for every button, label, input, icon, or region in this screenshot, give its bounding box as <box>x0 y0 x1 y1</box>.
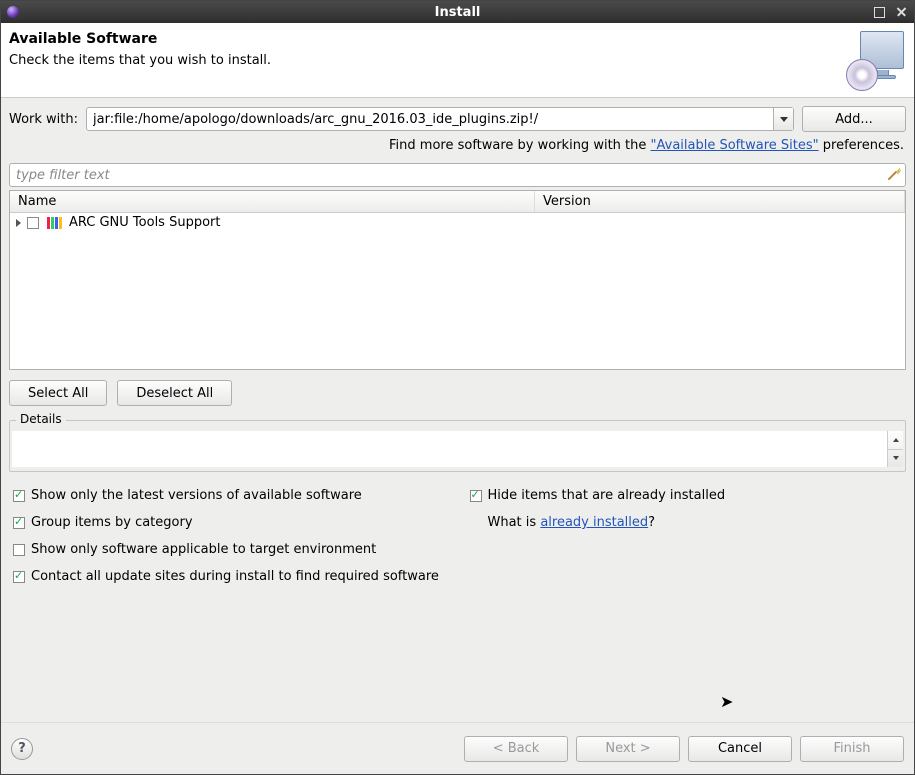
details-legend: Details <box>16 412 66 426</box>
work-with-dropdown-button[interactable] <box>773 108 793 130</box>
expand-toggle-icon[interactable] <box>16 219 21 227</box>
add-button[interactable]: Add... <box>802 106 906 132</box>
column-name[interactable]: Name <box>10 191 535 212</box>
details-fieldset: Details <box>9 420 906 472</box>
checkbox[interactable] <box>13 544 25 556</box>
option-label: Contact all update sites during install … <box>31 569 439 584</box>
hint-prefix: Find more software by working with the <box>389 138 651 153</box>
tree-row[interactable]: ARC GNU Tools Support <box>10 213 905 232</box>
wizard-header: Available Software Check the items that … <box>1 23 914 98</box>
column-version[interactable]: Version <box>535 191 905 212</box>
wizard-icon <box>850 31 906 87</box>
option-label: Show only the latest versions of availab… <box>31 488 362 503</box>
option-label: Hide items that are already installed <box>488 488 726 503</box>
chevron-up-icon <box>893 438 899 442</box>
option-label: Show only software applicable to target … <box>31 542 376 557</box>
help-icon: ? <box>18 741 26 756</box>
select-all-button[interactable]: Select All <box>9 380 107 406</box>
option-label: Group items by category <box>31 515 193 530</box>
work-with-combo[interactable] <box>86 107 794 131</box>
window-title: Install <box>1 5 914 20</box>
eclipse-icon <box>7 6 19 18</box>
chevron-down-icon <box>780 117 788 122</box>
option-contact-all[interactable]: Contact all update sites during install … <box>13 569 902 584</box>
category-icon <box>47 217 63 229</box>
details-spinner[interactable] <box>887 431 903 467</box>
close-button[interactable] <box>895 6 908 19</box>
deselect-all-button[interactable]: Deselect All <box>117 380 232 406</box>
work-with-label: Work with: <box>9 112 78 127</box>
checkbox[interactable] <box>470 490 482 502</box>
work-with-row: Work with: Add... <box>9 106 906 132</box>
what-is-line: What is already installed? <box>488 515 903 530</box>
hint-line: Find more software by working with the "… <box>9 138 904 153</box>
tree-item-checkbox[interactable] <box>27 217 39 229</box>
clear-filter-icon[interactable] <box>886 166 902 182</box>
back-button: < Back <box>464 736 568 762</box>
option-hide-installed[interactable]: Hide items that are already installed <box>470 488 903 503</box>
titlebar[interactable]: Install <box>1 1 914 23</box>
install-window: Install Available Software Check the ite… <box>0 0 915 775</box>
what-is-suffix: ? <box>648 515 655 530</box>
tree-header: Name Version <box>10 191 905 213</box>
content-area: Available Software Check the items that … <box>1 23 914 774</box>
filter-input[interactable] <box>9 163 906 187</box>
what-is-prefix: What is <box>488 515 541 530</box>
tree-item-label: ARC GNU Tools Support <box>69 215 220 230</box>
option-group-category[interactable]: Group items by category <box>13 515 446 530</box>
page-title: Available Software <box>9 31 271 47</box>
cancel-button[interactable]: Cancel <box>688 736 792 762</box>
page-subtitle: Check the items that you wish to install… <box>9 53 271 68</box>
maximize-button[interactable] <box>874 6 887 19</box>
help-button[interactable]: ? <box>11 738 33 760</box>
checkbox[interactable] <box>13 490 25 502</box>
work-with-input[interactable] <box>87 108 773 130</box>
option-latest-only[interactable]: Show only the latest versions of availab… <box>13 488 446 503</box>
option-target-env[interactable]: Show only software applicable to target … <box>13 542 446 557</box>
software-tree[interactable]: Name Version ARC GNU Tools Support <box>9 190 906 370</box>
already-installed-link[interactable]: already installed <box>540 515 648 530</box>
checkbox[interactable] <box>13 517 25 529</box>
checkbox[interactable] <box>13 571 25 583</box>
chevron-down-icon <box>893 456 899 460</box>
options-area: Show only the latest versions of availab… <box>9 488 906 584</box>
wizard-footer: ? < Back Next > Cancel Finish <box>1 722 914 774</box>
hint-suffix: preferences. <box>819 138 904 153</box>
available-sites-link[interactable]: "Available Software Sites" <box>651 138 819 153</box>
next-button: Next > <box>576 736 680 762</box>
details-text[interactable] <box>12 431 903 467</box>
finish-button: Finish <box>800 736 904 762</box>
